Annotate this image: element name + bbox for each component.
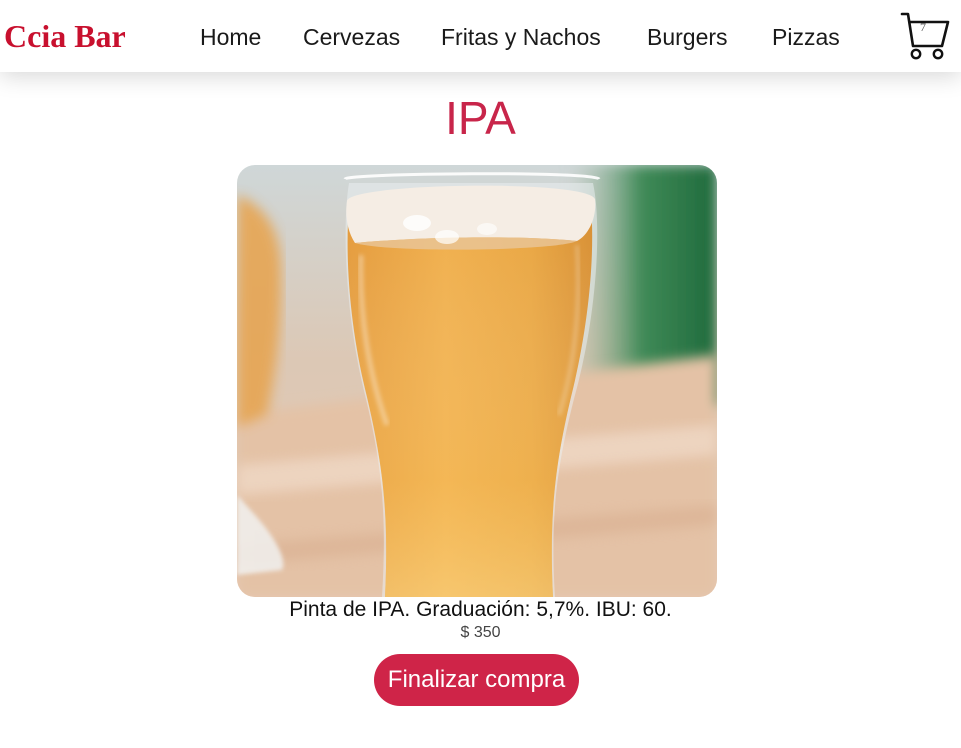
product-image: [237, 165, 717, 597]
product-description: Pinta de IPA. Graduación: 5,7%. IBU: 60.: [289, 598, 672, 621]
nav-link-burgers[interactable]: Burgers: [647, 23, 728, 51]
brand-logo[interactable]: Ccia Bar: [4, 17, 126, 55]
nav-link-home[interactable]: Home: [200, 23, 261, 51]
nav-link-pizzas[interactable]: Pizzas: [772, 23, 840, 51]
cart-icon: [900, 12, 950, 60]
nav-link-fritas-y-nachos[interactable]: Fritas y Nachos: [441, 23, 601, 51]
navbar: Ccia Bar Home Cervezas Fritas y Nachos B…: [0, 0, 961, 72]
cart-count-badge: 7: [920, 20, 926, 34]
checkout-button[interactable]: Finalizar compra: [374, 654, 579, 706]
page-title: IPA: [445, 92, 516, 144]
beer-glass-photo: [237, 165, 717, 597]
cart-button[interactable]: 7: [899, 10, 951, 62]
nav-link-cervezas[interactable]: Cervezas: [303, 23, 400, 51]
product-price: $ 350: [460, 624, 501, 641]
